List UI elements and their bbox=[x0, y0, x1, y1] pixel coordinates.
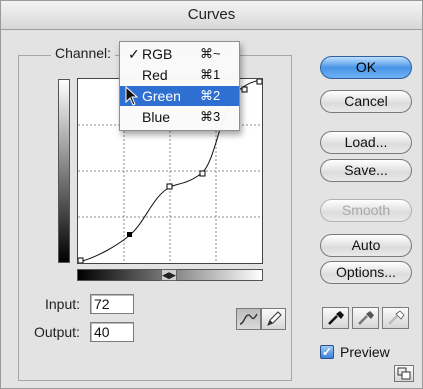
curve-tool-group bbox=[236, 308, 288, 330]
title-bar: Curves bbox=[1, 1, 422, 30]
auto-button[interactable]: Auto bbox=[320, 234, 412, 257]
output-field[interactable]: 40 bbox=[90, 322, 134, 342]
smooth-button: Smooth bbox=[320, 199, 412, 222]
curve-point bbox=[199, 170, 206, 177]
curve-tool-icon bbox=[239, 313, 258, 325]
preview-checkbox[interactable]: ✓ bbox=[320, 345, 334, 359]
menu-item-shortcut: ⌘2 bbox=[200, 88, 221, 103]
curve-point bbox=[241, 86, 248, 93]
mouse-cursor-icon bbox=[125, 86, 139, 106]
resize-button[interactable] bbox=[394, 365, 414, 382]
input-field[interactable]: 72 bbox=[90, 294, 134, 314]
menu-item-label: Red bbox=[142, 67, 168, 83]
menu-item-rgb[interactable]: ✓ RGB ⌘~ bbox=[120, 44, 239, 64]
preview-label: Preview bbox=[340, 344, 390, 360]
black-eyedropper-icon bbox=[328, 311, 344, 325]
menu-item-label: Blue bbox=[142, 109, 171, 125]
curve-point bbox=[127, 232, 132, 237]
menu-item-label: RGB bbox=[142, 46, 173, 62]
gradient-toggle-button[interactable]: ◀▶ bbox=[161, 269, 177, 281]
channel-label: Channel: bbox=[51, 45, 116, 61]
options-button[interactable]: Options... bbox=[320, 261, 412, 284]
white-eyedropper-button[interactable] bbox=[382, 307, 409, 329]
pencil-icon bbox=[267, 311, 282, 326]
resize-icon bbox=[397, 367, 411, 380]
black-eyedropper-button[interactable] bbox=[322, 307, 349, 329]
curve-point bbox=[256, 79, 262, 85]
menu-item-shortcut: ⌘1 bbox=[200, 67, 221, 82]
pencil-tool-button[interactable] bbox=[261, 308, 286, 330]
menu-item-label: Green bbox=[142, 88, 181, 104]
checkmark-icon: ✓ bbox=[128, 46, 140, 62]
white-eyedropper-icon bbox=[388, 310, 405, 325]
menu-item-shortcut: ⌘~ bbox=[200, 46, 221, 61]
curve-tool-button[interactable] bbox=[236, 308, 261, 330]
gray-eyedropper-icon bbox=[358, 311, 374, 325]
curves-dialog: Curves Channel: ◀▶ Input: 72 Output: 40 bbox=[0, 0, 423, 389]
menu-item-shortcut: ⌘3 bbox=[200, 109, 221, 124]
curve-point bbox=[78, 257, 84, 263]
save-button[interactable]: Save... bbox=[320, 159, 412, 182]
menu-item-red[interactable]: Red ⌘1 bbox=[120, 65, 239, 85]
output-gradient-bar bbox=[58, 79, 70, 263]
cancel-button[interactable]: Cancel bbox=[320, 90, 412, 113]
load-button[interactable]: Load... bbox=[320, 131, 412, 154]
gray-eyedropper-button[interactable] bbox=[352, 307, 379, 329]
ok-button[interactable]: OK bbox=[320, 56, 412, 79]
menu-item-blue[interactable]: Blue ⌘3 bbox=[120, 107, 239, 127]
input-label: Input: bbox=[45, 296, 81, 312]
output-label: Output: bbox=[34, 324, 80, 340]
curve-point bbox=[166, 183, 173, 190]
